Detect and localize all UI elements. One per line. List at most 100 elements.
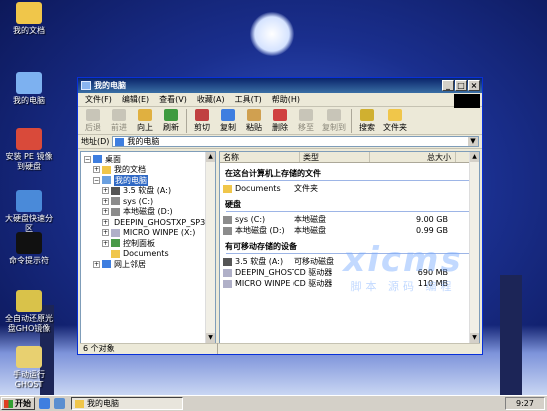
expand-icon[interactable]: + <box>102 187 109 195</box>
toolbar: 后退 前进 向上 刷新 剪切 复制 粘贴 删除 移至 复制到 搜索 文件夹 <box>78 107 482 135</box>
toolbar-button-label: 后退 <box>85 123 101 132</box>
group-header: 硬盘 <box>225 200 241 209</box>
copy-icon <box>221 109 235 121</box>
expand-icon[interactable]: + <box>102 229 109 237</box>
menu-tools[interactable]: 工具(T) <box>230 94 267 105</box>
watermark-text: 脚本 源码 编程 <box>350 280 456 293</box>
tree-item-label: sys (C:) <box>123 196 154 206</box>
toolbar-button[interactable]: 文件夹 <box>380 109 410 133</box>
list-item-size: 0.99 GB <box>415 226 448 235</box>
column-size[interactable]: 总大小 <box>370 152 456 162</box>
tree-item[interactable]: + sys (C:) <box>84 196 215 207</box>
chevron-down-icon[interactable]: ▼ <box>468 137 478 146</box>
toolbar-button[interactable]: 前进 <box>106 109 132 133</box>
floppy-icon <box>111 186 120 195</box>
tree-item[interactable]: + DEEPIN_GHOSTXP_SP3 (E:) <box>84 217 215 228</box>
tree-item-label: MICRO WINPE (X:) <box>123 228 196 238</box>
list-item-type: 本地磁盘 <box>294 226 326 235</box>
maximize-button[interactable]: □ <box>455 80 467 91</box>
column-type[interactable]: 类型 <box>300 152 370 162</box>
toolbar-button[interactable]: 粘贴 <box>241 109 267 133</box>
start-button[interactable]: 开始 <box>1 397 35 410</box>
desktop-item[interactable]: 安装 PE 镜像到硬盘 <box>2 128 56 172</box>
menu-edit[interactable]: 编辑(E) <box>117 94 154 105</box>
drive-icon <box>223 215 232 224</box>
toolbar-button[interactable]: 后退 <box>80 109 106 133</box>
address-input[interactable]: 我的电脑 ▼ <box>112 136 479 147</box>
expand-icon[interactable]: + <box>93 166 100 174</box>
list-item[interactable]: 本地磁盘 (D:) 本地磁盘 0.99 GB <box>220 225 479 236</box>
desktop-item[interactable]: 我的电脑 <box>2 72 56 106</box>
list-item-name: 本地磁盘 (D:) <box>235 226 285 235</box>
task-my-computer[interactable]: 我的电脑 <box>71 397 183 410</box>
list-item-name: MICRO WINPE (X:) <box>235 279 294 288</box>
expand-icon[interactable]: + <box>102 208 109 216</box>
watermark-logo: xicms <box>343 240 463 280</box>
toolbar-button[interactable]: 删除 <box>267 109 293 133</box>
tree-item[interactable]: Documents <box>84 249 215 260</box>
cd-icon <box>111 228 120 237</box>
minimize-button[interactable]: _ <box>442 80 454 91</box>
folder-tree: − 桌面 + 我的文档 − 我的电脑 +3.5 软盘 (A:) + sys (C:) + 本地磁盘 … <box>80 151 216 344</box>
desktop-item[interactable]: 大硬盘快速分区 <box>2 190 56 234</box>
toolbar-button[interactable]: 移至 <box>293 109 319 133</box>
title-bar[interactable]: 我的电脑 _ □ × <box>78 78 482 93</box>
drive-icon <box>111 197 120 206</box>
toolbar-button[interactable]: 向上 <box>132 109 158 133</box>
desktop-item[interactable]: 全自动还原光盘GHO镜像 <box>2 290 56 334</box>
column-name[interactable]: 名称 <box>220 152 300 162</box>
toolbar-button[interactable]: 刷新 <box>158 109 184 133</box>
expand-icon[interactable]: + <box>102 239 109 247</box>
list-item[interactable]: Documents 文件夹 <box>220 183 479 194</box>
scroll-up-icon[interactable]: ▲ <box>206 152 215 162</box>
list-item-name-cell: 3.5 软盘 (A:) <box>220 256 294 267</box>
toolbar-button[interactable]: 复制到 <box>319 109 349 133</box>
desktop-item[interactable]: 手动运行GHOST <box>2 346 56 390</box>
close-button[interactable]: × <box>468 80 480 91</box>
up-icon <box>138 109 152 121</box>
partition-icon <box>16 190 42 212</box>
tree-item[interactable]: − 我的电脑 <box>84 174 215 186</box>
expand-icon[interactable]: + <box>102 218 109 226</box>
scroll-up-icon[interactable]: ▲ <box>470 152 479 162</box>
tree-item[interactable]: +3.5 软盘 (A:) <box>84 186 215 197</box>
desktop-item[interactable]: 我的文档 <box>2 2 56 36</box>
windows-logo-icon <box>4 399 13 408</box>
tree-item[interactable]: + 本地磁盘 (D:) <box>84 207 215 218</box>
desktop-item[interactable]: 命令提示符 <box>2 232 56 266</box>
expand-icon[interactable]: + <box>93 260 100 268</box>
ie-icon[interactable] <box>39 398 50 409</box>
tree-item[interactable]: + MICRO WINPE (X:) <box>84 228 215 239</box>
menu-view[interactable]: 查看(V) <box>154 94 192 105</box>
collapse-icon[interactable]: − <box>93 176 100 184</box>
clock: 9:27 <box>505 397 545 410</box>
computer-icon <box>115 137 125 146</box>
toolbar-button[interactable]: 剪切 <box>189 109 215 133</box>
toolbar-button-label: 剪切 <box>194 123 210 132</box>
tree-item[interactable]: + 控制面板 <box>84 238 215 249</box>
expand-icon[interactable]: + <box>102 197 109 205</box>
tree-scrollbar[interactable]: ▲ ▼ <box>205 152 215 343</box>
menu-favorites[interactable]: 收藏(A) <box>192 94 230 105</box>
toolbar-button-label: 复制到 <box>322 123 346 132</box>
move-to-icon <box>299 109 313 121</box>
toolbar-button-label: 搜索 <box>359 123 375 132</box>
toolbar-button[interactable]: 搜索 <box>354 109 380 133</box>
collapse-icon[interactable]: − <box>84 155 91 163</box>
scroll-down-icon[interactable]: ▼ <box>206 333 215 343</box>
tree-item[interactable]: + 我的文档 <box>84 165 215 176</box>
tree-silhouette <box>500 275 522 395</box>
list-item-name-cell: sys (C:) <box>220 215 294 224</box>
tree-item[interactable]: − 桌面 <box>84 154 215 165</box>
drive-icon <box>111 207 120 216</box>
toolbar-separator <box>186 109 187 133</box>
scroll-down-icon[interactable]: ▼ <box>470 333 479 343</box>
list-item-name-cell: MICRO WINPE (X:) <box>220 279 294 288</box>
toolbar-button-label: 复制 <box>220 123 236 132</box>
tree-item[interactable]: + 网上邻居 <box>84 259 215 270</box>
menu-help[interactable]: 帮助(H) <box>267 94 305 105</box>
list-item[interactable]: sys (C:) 本地磁盘 9.00 GB <box>220 214 479 225</box>
menu-file[interactable]: 文件(F) <box>80 94 117 105</box>
show-desktop-icon[interactable] <box>54 398 65 409</box>
toolbar-button[interactable]: 复制 <box>215 109 241 133</box>
